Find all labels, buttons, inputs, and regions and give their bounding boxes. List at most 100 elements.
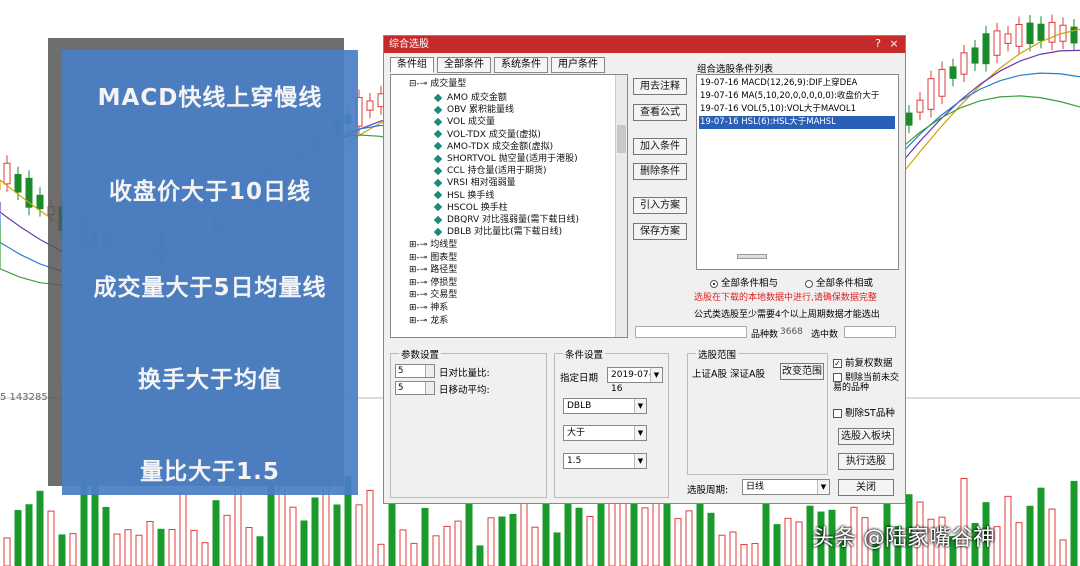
condition-item[interactable]: 19-07-16 MA(5,10,20,0,0,0,0,0):收盘价大于 xyxy=(699,90,879,103)
tree-item[interactable]: SHORTVOL 抛空量(适用于港股) xyxy=(433,153,578,166)
exclude-st-checkbox[interactable]: 剔除ST品种 xyxy=(833,405,895,419)
radio-on-icon xyxy=(710,279,718,288)
change-range-button[interactable]: 改变范围 xyxy=(780,363,824,380)
dropdown-arrow-icon: ▼ xyxy=(634,426,646,440)
checkbox-icon xyxy=(833,373,842,382)
diamond-icon xyxy=(433,190,443,200)
overlay-line-1: MACD快线上穿慢线 xyxy=(97,85,323,111)
tree-group[interactable]: ⊞-⊸ 交易型 xyxy=(409,289,457,302)
params-group: 参数设置 5 日对比量比: 5 日移动平均: xyxy=(390,347,547,498)
tree-group-label: 停损型 xyxy=(430,277,458,288)
checkbox-icon xyxy=(833,409,842,418)
delete-condition-button[interactable]: 删除条件 xyxy=(633,163,687,180)
param1-label: 日对比量比: xyxy=(439,368,490,379)
operator-select[interactable]: 大于 ▼ xyxy=(563,425,647,441)
dropdown-arrow-icon: ▼ xyxy=(650,368,662,382)
condition-settings-title: 条件设置 xyxy=(563,347,606,361)
tree-group[interactable]: ⊞-⊸ 龙系 xyxy=(409,315,448,328)
params-title: 参数设置 xyxy=(399,347,442,361)
radio-all-or[interactable]: 全部条件相或 xyxy=(805,275,873,289)
indicator-select[interactable]: DBLB ▼ xyxy=(563,398,647,414)
save-plan-button[interactable]: 保存方案 xyxy=(633,223,687,240)
list-hscroll-thumb[interactable] xyxy=(737,254,767,259)
diamond-icon xyxy=(433,178,443,188)
tree-item[interactable]: AMO 成交金额 xyxy=(433,92,507,105)
selected-count-field xyxy=(844,326,896,338)
execute-button[interactable]: 执行选股 xyxy=(838,453,894,470)
overlay-line-2: 收盘价大于10日线 xyxy=(108,179,311,205)
dialog-title: 综合选股 xyxy=(389,39,429,50)
condition-settings-group: 条件设置 指定日期 2019-07-16 ▼ DBLB ▼ 大于 ▼ 1.5 ▼ xyxy=(554,347,669,498)
diamond-icon xyxy=(433,215,443,224)
tree-group[interactable]: ⊞-⊸ 停损型 xyxy=(409,277,457,290)
add-to-board-button[interactable]: 选股入板块 xyxy=(838,428,894,445)
tree-item[interactable]: HSL 换手线 xyxy=(433,190,494,203)
tree-item[interactable]: DBLB 对比量比(需下载日线) xyxy=(433,226,562,239)
tree-group[interactable]: ⊞-⊸ 路径型 xyxy=(409,264,457,277)
view-formula-button[interactable]: 查看公式 xyxy=(633,104,687,121)
add-condition-button[interactable]: 加入条件 xyxy=(633,138,687,155)
tree-item[interactable]: OBV 累积能量线 xyxy=(433,104,514,117)
condition-item[interactable]: 19-07-16 MACD(12,26,9):DIF上穿DEA xyxy=(699,77,857,90)
range-title: 选股范围 xyxy=(696,347,739,361)
close-icon[interactable]: × xyxy=(887,37,901,51)
dropdown-arrow-icon: ▼ xyxy=(634,454,646,468)
condition-item-selected[interactable]: 19-07-16 HSL(6):HSL大于MAHSL xyxy=(699,116,895,129)
tree-group-label: 神系 xyxy=(430,303,449,313)
formula-note: 公式类选股至少需要4个以上周期数据才能选出 xyxy=(694,310,880,320)
conditions-overlay: MACD快线上穿慢线 收盘价大于10日线 成交量大于5日均量线 换手大于均值 量… xyxy=(62,50,358,495)
diamond-icon xyxy=(433,166,443,175)
tree-item[interactable]: HSCOL 换手柱 xyxy=(433,202,508,215)
tree-item[interactable]: AMO-TDX 成交金额(虚拟) xyxy=(433,141,553,154)
tree-group-label: 龙系 xyxy=(430,315,449,326)
tree-group[interactable]: ⊞-⊸ 图表型 xyxy=(409,252,457,265)
progress-field xyxy=(635,326,747,338)
tab-user-conditions[interactable]: 用户条件 xyxy=(551,57,605,73)
tree-item[interactable]: DBQRV 对比强弱量(需下载日线) xyxy=(433,214,579,227)
diamond-icon xyxy=(433,203,443,212)
checkbox-checked-icon: ✓ xyxy=(833,359,842,368)
overlay-line-5: 量比大于1.5 xyxy=(140,459,280,485)
count-label: 品种数 xyxy=(751,330,779,340)
tree-item[interactable]: VOL 成交量 xyxy=(433,116,495,129)
chart-value-text: 5 143285 xyxy=(0,392,48,403)
exclude-stop-checkbox[interactable]: 剔除当前未交易的品种 xyxy=(833,373,903,393)
tree-group[interactable]: ⊞-⊸ 均线型 xyxy=(409,239,457,252)
condition-item[interactable]: 19-07-16 VOL(5,10):VOL大于MAVOL1 xyxy=(699,103,856,116)
condition-tree[interactable]: ⊟-⊸ 成交量型 AMO 成交金额 OBV 累积能量线 VOL 成交量 VOL-TDX… xyxy=(390,74,628,338)
diamond-icon xyxy=(433,154,443,163)
tree-item[interactable]: VOL-TDX 成交量(虚拟) xyxy=(433,129,541,142)
remove-comment-button[interactable]: 用去注释 xyxy=(633,78,687,95)
condition-list-title: 组合选股条件列表 xyxy=(697,64,774,75)
date-picker[interactable]: 2019-07-16 ▼ xyxy=(607,367,663,394)
data-warning: 选股在下载的本地数据中进行,请确保数据完整 xyxy=(694,293,877,303)
range-group: 选股范围 上证A股 深证A股 改变范围 xyxy=(687,347,828,475)
tree-group-label: 图表型 xyxy=(430,252,458,263)
tab-all-conditions[interactable]: 全部条件 xyxy=(437,57,491,73)
tree-group[interactable]: ⊞-⊸ 神系 xyxy=(409,302,448,315)
param2-stepper[interactable]: 5 xyxy=(395,381,435,395)
tree-group-volume[interactable]: ⊟-⊸ 成交量型 xyxy=(409,78,466,91)
param1-stepper[interactable]: 5 xyxy=(395,364,435,378)
close-button[interactable]: 关闭 xyxy=(838,479,894,496)
period-select[interactable]: 日线 ▼ xyxy=(742,479,830,495)
fq-checkbox[interactable]: ✓ 前复权数据 xyxy=(833,355,893,369)
tab-system-conditions[interactable]: 系统条件 xyxy=(494,57,548,73)
help-icon[interactable]: ? xyxy=(871,37,885,51)
radio-all-and[interactable]: 全部条件相与 xyxy=(710,275,778,289)
tree-item[interactable]: VRSI 相对强弱量 xyxy=(433,177,516,190)
diamond-icon xyxy=(433,142,443,151)
tree-item[interactable]: CCL 持仓量(适用于期货) xyxy=(433,165,546,178)
dropdown-arrow-icon: ▼ xyxy=(817,480,829,494)
overlay-line-4: 换手大于均值 xyxy=(138,367,282,393)
value-select[interactable]: 1.5 ▼ xyxy=(563,453,647,469)
tree-group-label: 均线型 xyxy=(430,240,458,250)
period-label: 选股周期: xyxy=(687,485,729,496)
overlay-line-3: 成交量大于5日均量线 xyxy=(93,275,327,301)
dialog-titlebar[interactable]: 综合选股 xyxy=(384,36,905,53)
tree-scroll-thumb[interactable] xyxy=(617,125,626,153)
tree-scrollbar[interactable] xyxy=(615,75,627,337)
tab-condition-group[interactable]: 条件组 xyxy=(390,57,434,73)
import-plan-button[interactable]: 引入方案 xyxy=(633,197,687,214)
condition-list[interactable]: 19-07-16 MACD(12,26,9):DIF上穿DEA 19-07-16… xyxy=(696,74,899,270)
